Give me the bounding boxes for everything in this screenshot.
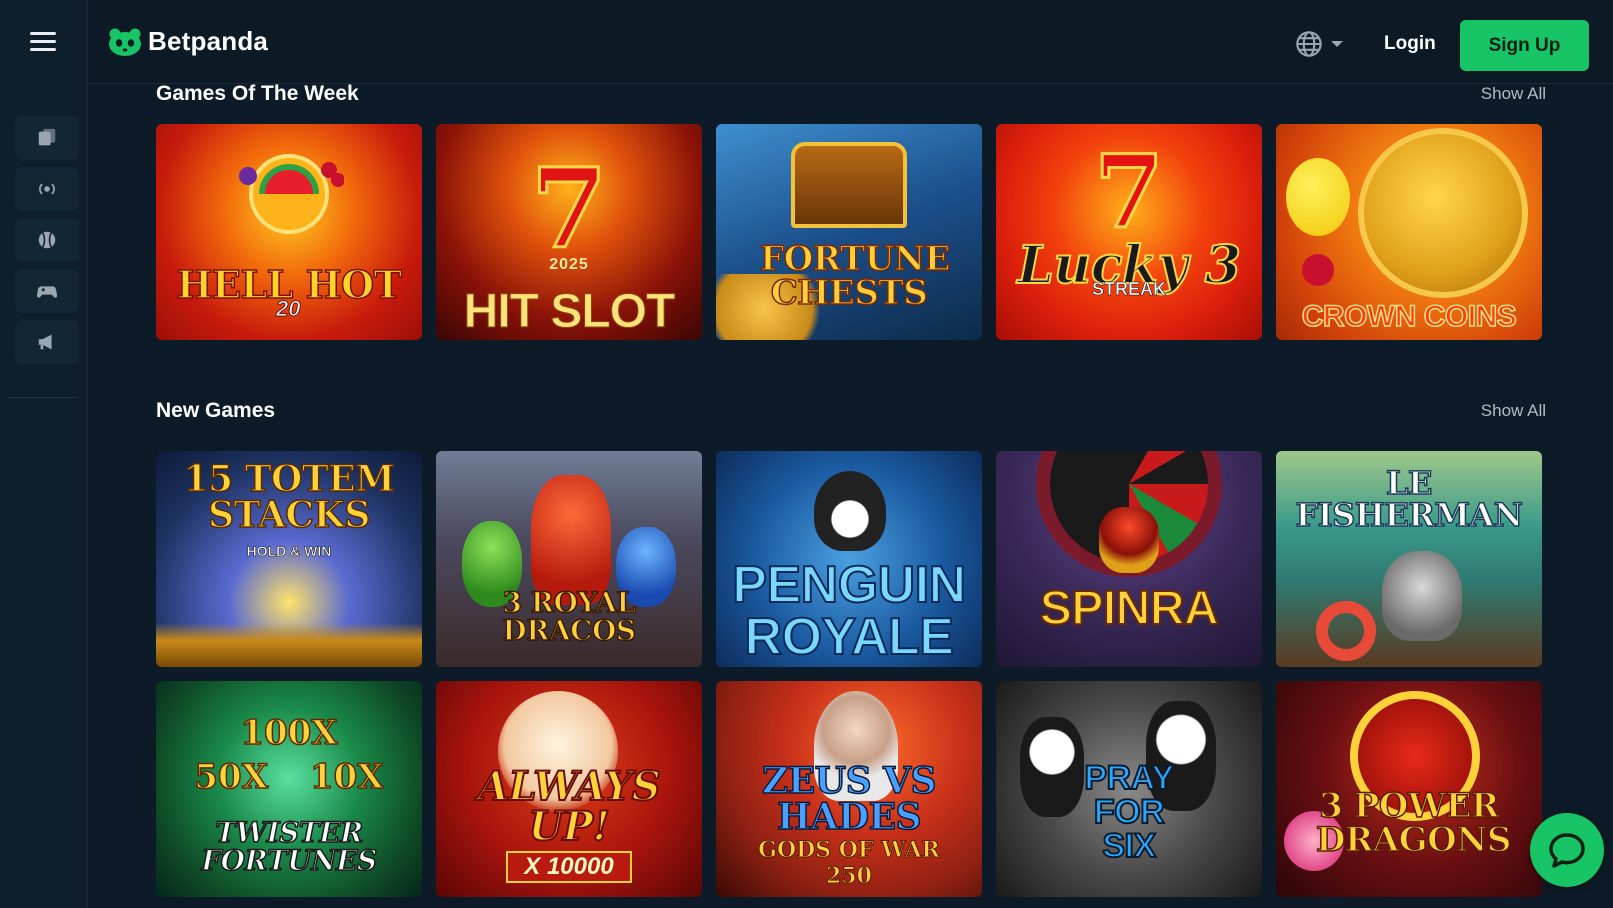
casino-icon (38, 128, 56, 146)
game-tile[interactable]: PENGUIN ROYALE (716, 451, 982, 667)
game-title: SPINRA (1039, 582, 1220, 635)
gold-coin (1358, 128, 1528, 298)
game-tile[interactable]: PRAY FOR SIX (996, 681, 1262, 897)
show-all-link[interactable]: Show All (1481, 401, 1546, 421)
language-selector[interactable] (1295, 30, 1343, 58)
game-title: ZEUS VS HADES (761, 760, 937, 838)
seven-symbol: 7 (529, 144, 609, 273)
menu-icon[interactable] (30, 32, 56, 54)
coin-pile (156, 623, 422, 667)
scarab (1099, 507, 1159, 573)
section-title: New Games (156, 399, 276, 422)
gamepad-icon (36, 286, 58, 298)
main-content: Games Of The Week Show All HELL HOT 20 7… (88, 84, 1613, 908)
game-subtitle: STREAK (1091, 279, 1167, 300)
megaphone-icon (38, 334, 52, 350)
game-tile[interactable]: LE FISHERMAN (1276, 451, 1542, 667)
game-tile[interactable]: ZEUS VS HADES GODS OF WAR 250 (716, 681, 982, 897)
game-subtitle: 20 (275, 296, 301, 322)
sidebar-item-casino[interactable] (15, 116, 79, 160)
multiplier-labels: 100X 50X 10X (194, 712, 385, 798)
game-tile[interactable]: 100X 50X 10X TWISTER FORTUNES (156, 681, 422, 897)
show-all-link[interactable]: Show All (1481, 84, 1546, 104)
game-title: LE FISHERMAN (1295, 464, 1524, 534)
brand-name: Betpanda (148, 26, 269, 56)
sidebar-divider (8, 397, 78, 398)
game-title: TWISTER FORTUNES (201, 816, 378, 877)
panda-logo-icon (109, 28, 141, 56)
raccoon (1382, 551, 1462, 641)
game-tile[interactable]: CROWN COINS (1276, 124, 1542, 340)
cherry (1302, 254, 1334, 286)
new-games-grid: 15 TOTEM STACKS HOLD & WIN 3 ROYAL DRACO… (156, 451, 1542, 897)
signup-button[interactable]: Sign Up (1460, 20, 1589, 71)
penguin (814, 471, 886, 551)
game-tile[interactable]: HELL HOT 20 (156, 124, 422, 340)
seven-symbol: 7 (1093, 133, 1166, 251)
game-title: PENGUIN ROYALE (731, 556, 967, 666)
section-title: Games Of The Week (156, 84, 359, 105)
fruit-wheel-icon (239, 154, 344, 234)
sidebar-item-games[interactable] (15, 269, 79, 313)
chat-bubble-icon (1549, 833, 1585, 868)
game-tile[interactable]: 3 ROYAL DRACOS (436, 451, 702, 667)
live-chat-button[interactable] (1530, 813, 1604, 887)
sidebar-item-live[interactable] (15, 167, 79, 211)
sidebar-nav (15, 116, 79, 371)
life-ring (1316, 601, 1376, 661)
sidebar-item-promotions[interactable] (15, 320, 79, 364)
game-tile[interactable]: 3 POWER DRAGONS (1276, 681, 1542, 897)
game-title: HIT SLOT (463, 285, 676, 338)
app: Betpanda Login Sign Up Games Of The Week… (0, 0, 1613, 908)
brand-logo[interactable]: Betpanda (108, 26, 268, 57)
top-header: Betpanda Login Sign Up (88, 0, 1613, 84)
game-title: ALWAYS UP! (477, 763, 662, 850)
globe-icon (1296, 31, 1322, 57)
section-header-games-of-the-week: Games Of The Week Show All (156, 84, 1546, 106)
game-tile[interactable]: SPINRA (996, 451, 1262, 667)
game-title: 3 POWER DRAGONS (1315, 786, 1512, 860)
treasure-chest (791, 142, 907, 228)
games-of-the-week-grid: HELL HOT 20 7 2025 HIT SLOT FORTUNE CHES… (156, 124, 1542, 340)
game-subtitle: HOLD & WIN (246, 543, 332, 560)
game-title: FORTUNE CHESTS (759, 239, 951, 313)
sports-ball-icon (38, 231, 56, 249)
chevron-down-icon (1331, 41, 1343, 47)
game-title: CROWN COINS (1301, 300, 1518, 333)
section-header-new-games: New Games Show All (156, 399, 1546, 423)
game-title: 15 TOTEM STACKS (183, 458, 396, 536)
lemon (1286, 158, 1350, 236)
game-title: PRAY FOR SIX (1083, 759, 1175, 865)
live-icon (39, 183, 55, 195)
login-button[interactable]: Login (1384, 33, 1436, 55)
game-tile[interactable]: 7 2025 HIT SLOT (436, 124, 702, 340)
game-year: 2025 (549, 256, 589, 273)
game-tile[interactable]: FORTUNE CHESTS (716, 124, 982, 340)
game-tile[interactable]: ALWAYS UP! X 10000 (436, 681, 702, 897)
game-subtitle: X 10000 (506, 851, 632, 883)
sidebar-item-sports[interactable] (15, 218, 79, 262)
sidebar (0, 0, 88, 908)
game-tile[interactable]: 15 TOTEM STACKS HOLD & WIN (156, 451, 422, 667)
game-subtitle: GODS OF WAR 250 (758, 837, 941, 890)
game-tile[interactable]: 7 Lucky 3 STREAK (996, 124, 1262, 340)
game-title: 3 ROYAL DRACOS (502, 586, 637, 647)
